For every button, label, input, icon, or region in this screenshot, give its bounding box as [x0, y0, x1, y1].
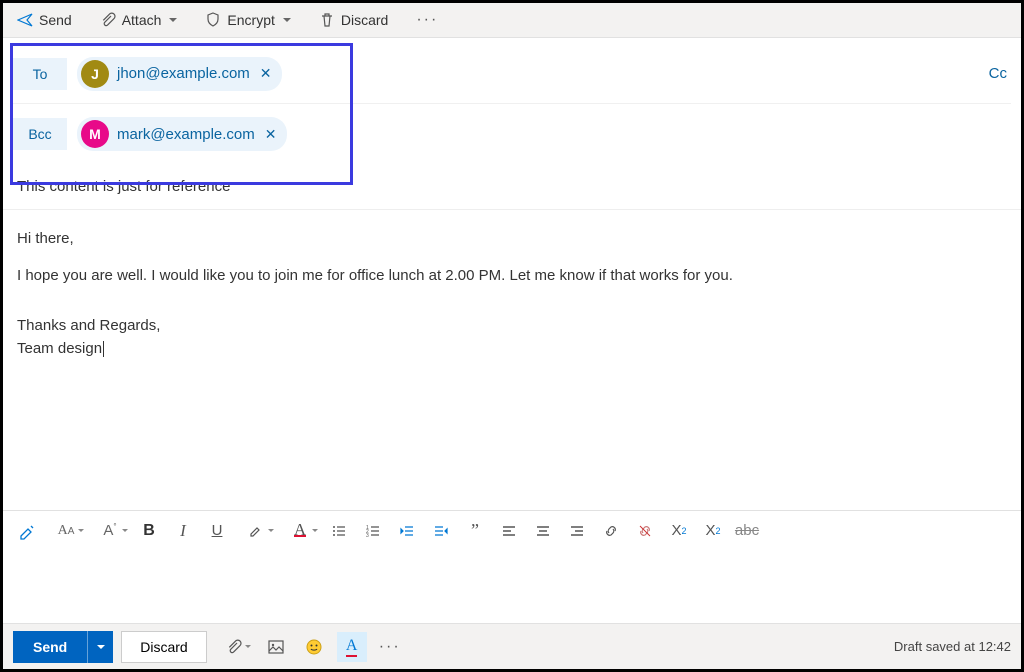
discard-button[interactable]: Discard — [311, 6, 396, 34]
quote-button[interactable]: ” — [459, 516, 491, 546]
align-right-button[interactable] — [561, 516, 593, 546]
message-body[interactable]: Hi there, I hope you are well. I would l… — [3, 210, 1021, 510]
send-button[interactable]: Send — [9, 6, 80, 34]
font-family-button[interactable]: AA — [45, 516, 87, 546]
subject-line[interactable]: This content is just for reference — [3, 164, 1021, 210]
draft-status: Draft saved at 12:42 — [894, 639, 1011, 654]
bullets-button[interactable] — [323, 516, 355, 546]
strikethrough-button[interactable]: abc — [731, 516, 763, 546]
attach-label: Attach — [122, 12, 162, 28]
recipient-chip[interactable]: J jhon@example.com ✕ — [77, 57, 282, 91]
send-button-group: Send — [13, 631, 113, 663]
send-icon — [17, 12, 33, 28]
bcc-row: Bcc M mark@example.com ✕ — [13, 104, 1011, 164]
link-button[interactable] — [595, 516, 627, 546]
trash-icon — [319, 12, 335, 28]
attach-button[interactable]: Attach — [92, 6, 186, 34]
text-cursor — [103, 341, 104, 357]
remove-recipient-icon[interactable]: ✕ — [263, 126, 279, 143]
avatar: J — [81, 60, 109, 88]
chevron-down-icon — [97, 645, 105, 649]
font-size-button[interactable]: A° — [89, 516, 131, 546]
paperclip-icon — [100, 12, 116, 28]
chevron-down-icon — [169, 18, 177, 22]
indent-button[interactable] — [425, 516, 457, 546]
highlight-button[interactable] — [235, 516, 277, 546]
ellipsis-icon: ··· — [416, 11, 438, 29]
send-button-primary[interactable]: Send — [13, 631, 87, 663]
underline-button[interactable]: U — [201, 516, 233, 546]
send-split-button[interactable] — [87, 631, 113, 663]
subscript-button[interactable]: X2 — [697, 516, 729, 546]
emoji-button[interactable] — [299, 632, 329, 662]
body-line: Thanks and Regards, — [17, 315, 1007, 338]
align-left-button[interactable] — [493, 516, 525, 546]
send-label: Send — [39, 12, 72, 28]
align-center-button[interactable] — [527, 516, 559, 546]
to-button[interactable]: To — [13, 58, 67, 90]
numbering-button[interactable]: 123 — [357, 516, 389, 546]
unlink-button[interactable] — [629, 516, 661, 546]
shield-icon — [205, 12, 221, 28]
encrypt-button[interactable]: Encrypt — [197, 6, 298, 34]
body-line: Team design — [17, 338, 1007, 361]
format-toolbar: AA A° B I U A 123 ” X2 X2 abc — [3, 510, 1021, 550]
cc-button[interactable]: Cc — [989, 65, 1007, 82]
insert-image-button[interactable] — [261, 632, 291, 662]
body-line: I hope you are well. I would like you to… — [17, 265, 1007, 288]
body-line: Hi there, — [17, 228, 1007, 251]
bold-button[interactable]: B — [133, 516, 165, 546]
italic-button[interactable]: I — [167, 516, 199, 546]
discard-label: Discard — [341, 12, 388, 28]
to-row: To J jhon@example.com ✕ Cc — [13, 44, 1011, 104]
superscript-button[interactable]: X2 — [663, 516, 695, 546]
more-button-bottom[interactable]: ··· — [375, 632, 405, 662]
bottom-bar: Send Discard A ··· Draft saved at 12:42 — [3, 623, 1021, 669]
remove-recipient-icon[interactable]: ✕ — [258, 65, 274, 82]
recipient-email: mark@example.com — [117, 126, 255, 143]
format-toggle-button[interactable]: A — [337, 632, 367, 662]
discard-button-bottom[interactable]: Discard — [121, 631, 206, 663]
font-color-button[interactable]: A — [279, 516, 321, 546]
bcc-button[interactable]: Bcc — [13, 118, 67, 150]
recipients-area: To J jhon@example.com ✕ Cc Bcc M mark@ex… — [3, 38, 1021, 164]
recipient-email: jhon@example.com — [117, 65, 250, 82]
avatar: M — [81, 120, 109, 148]
svg-text:3: 3 — [366, 533, 369, 539]
recipient-chip[interactable]: M mark@example.com ✕ — [77, 117, 287, 151]
outdent-button[interactable] — [391, 516, 423, 546]
top-toolbar: Send Attach Encrypt Discard ··· — [3, 3, 1021, 38]
ellipsis-icon: ··· — [379, 638, 401, 656]
attach-button-bottom[interactable] — [215, 632, 253, 662]
paint-format-icon[interactable] — [11, 516, 43, 546]
more-button[interactable]: ··· — [408, 6, 446, 34]
encrypt-label: Encrypt — [227, 12, 274, 28]
chevron-down-icon — [283, 18, 291, 22]
